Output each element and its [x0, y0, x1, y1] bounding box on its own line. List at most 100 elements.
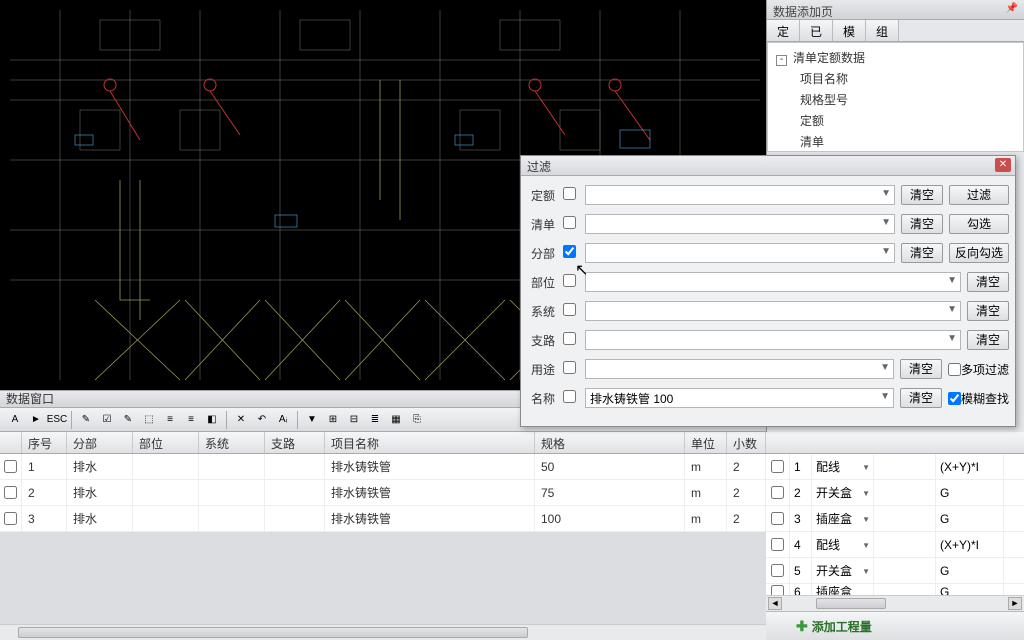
dropdown-icon[interactable]: ▼ [862, 489, 870, 498]
filter-combobox[interactable]: ▼ [585, 359, 894, 379]
toolbar-button[interactable]: ▼ [303, 411, 321, 429]
toolbar-button[interactable]: ☑ [98, 411, 116, 429]
filter-input[interactable] [586, 186, 876, 204]
row-checkbox[interactable] [4, 486, 17, 499]
col-buwei[interactable]: 部位 [133, 432, 199, 453]
toolbar-button[interactable]: ► [27, 411, 45, 429]
toolbar-button[interactable]: A [6, 411, 24, 429]
toolbar-button[interactable]: ≡ [161, 411, 179, 429]
pin-icon[interactable]: 📌 [1006, 3, 1018, 14]
dropdown-icon[interactable]: ▼ [880, 362, 890, 373]
filter-combobox[interactable]: ▼ [585, 214, 895, 234]
row-checkbox[interactable] [771, 486, 784, 499]
right-table-row[interactable]: 1 配线▼ (X+Y)*I [766, 454, 1024, 480]
scrollbar-thumb[interactable] [816, 598, 886, 609]
row-checkbox[interactable] [771, 538, 784, 551]
dropdown-icon[interactable]: ▼ [947, 304, 957, 315]
filter-input[interactable] [586, 360, 875, 378]
filter-checkbox[interactable] [563, 332, 576, 345]
filter-input[interactable] [586, 244, 876, 262]
filter-checkbox[interactable] [563, 187, 576, 200]
tree-root[interactable]: -清单定额数据 [772, 47, 1017, 68]
right-scrollbar[interactable]: ◄ ► [766, 595, 1024, 611]
right-table-row[interactable]: 5 开关盒▼ G [766, 558, 1024, 584]
table-row[interactable]: 1 排水 排水铸铁管 50 m 2 [0, 454, 766, 480]
toolbar-button[interactable]: ✎ [77, 411, 95, 429]
row-checkbox[interactable] [4, 460, 17, 473]
filter-action-button[interactable]: 勾选 [949, 214, 1009, 234]
horizontal-scrollbar[interactable] [0, 624, 766, 640]
toolbar-button[interactable]: ⊞ [324, 411, 342, 429]
filter-input[interactable] [586, 215, 876, 233]
row-checkbox[interactable] [771, 564, 784, 577]
dropdown-icon[interactable]: ▼ [881, 188, 891, 199]
table-row[interactable]: 3 排水 排水铸铁管 100 m 2 [0, 506, 766, 532]
col-xmmc[interactable]: 项目名称 [325, 432, 535, 453]
col-fenbu[interactable]: 分部 [67, 432, 133, 453]
col-danwei[interactable]: 单位 [685, 432, 727, 453]
clear-button[interactable]: 清空 [901, 214, 943, 234]
fuzzy-search-checkbox[interactable] [948, 392, 961, 405]
clear-button[interactable]: 清空 [967, 330, 1009, 350]
filter-combobox[interactable]: ▼ [585, 185, 895, 205]
tree-item[interactable]: 规格型号 [772, 89, 1017, 110]
toolbar-button[interactable]: ✕ [232, 411, 250, 429]
filter-checkbox[interactable] [563, 303, 576, 316]
toolbar-button[interactable]: ≡ [182, 411, 200, 429]
filter-combobox[interactable]: ▼ [585, 301, 961, 321]
toolbar-button[interactable]: ≣ [366, 411, 384, 429]
dropdown-icon[interactable]: ▼ [947, 275, 957, 286]
scroll-right-icon[interactable]: ► [1008, 597, 1022, 610]
filter-combobox[interactable]: ▼ [585, 330, 961, 350]
tab-ding[interactable]: 定 [767, 20, 800, 41]
tree-item[interactable]: 项目名称 [772, 68, 1017, 89]
clear-button[interactable]: 清空 [900, 388, 942, 408]
dropdown-icon[interactable]: ▼ [881, 217, 891, 228]
collapse-icon[interactable]: - [776, 55, 787, 66]
dropdown-icon[interactable]: ▼ [862, 463, 870, 472]
dropdown-icon[interactable]: ▼ [862, 567, 870, 576]
tab-yi[interactable]: 已 [800, 20, 833, 41]
toolbar-button[interactable]: ↶ [253, 411, 271, 429]
filter-checkbox[interactable] [563, 216, 576, 229]
filter-action-button[interactable]: 反向勾选 [949, 243, 1009, 263]
dropdown-icon[interactable]: ▼ [862, 541, 870, 550]
tree-view[interactable]: -清单定额数据 项目名称 规格型号 定额 清单 单位 [767, 42, 1024, 152]
tree-item[interactable]: 清单 [772, 131, 1017, 152]
toolbar-button[interactable]: ◧ [203, 411, 221, 429]
clear-button[interactable]: 清空 [967, 301, 1009, 321]
row-checkbox[interactable] [771, 512, 784, 525]
clear-button[interactable]: 清空 [967, 272, 1009, 292]
clear-button[interactable]: 清空 [901, 243, 943, 263]
row-checkbox[interactable] [771, 460, 784, 473]
filter-action-button[interactable]: 过滤 [949, 185, 1009, 205]
right-table-row[interactable]: 2 开关盒▼ G [766, 480, 1024, 506]
filter-input[interactable] [586, 302, 942, 320]
filter-input[interactable] [586, 331, 942, 349]
row-checkbox[interactable] [4, 512, 17, 525]
col-xiaoshu[interactable]: 小数 [727, 432, 766, 453]
filter-checkbox[interactable] [563, 361, 576, 374]
toolbar-button[interactable]: Aᵢ [274, 411, 292, 429]
tab-mo[interactable]: 模 [833, 20, 866, 41]
scroll-left-icon[interactable]: ◄ [768, 597, 782, 610]
tab-zu[interactable]: 组 [866, 20, 899, 41]
col-xitong[interactable]: 系统 [199, 432, 265, 453]
add-engineering-button[interactable]: ✚ 添加工程量 [766, 611, 1024, 640]
toolbar-button[interactable]: ⎘ [408, 411, 426, 429]
filter-checkbox[interactable] [563, 274, 576, 287]
close-icon[interactable]: ✕ [995, 158, 1011, 172]
table-row[interactable]: 2 排水 排水铸铁管 75 m 2 [0, 480, 766, 506]
filter-input[interactable] [586, 389, 875, 407]
scrollbar-thumb[interactable] [18, 627, 528, 638]
multi-filter-checkbox[interactable] [948, 363, 961, 376]
toolbar-button[interactable]: ESC [48, 411, 66, 429]
dropdown-icon[interactable]: ▼ [881, 246, 891, 257]
clear-button[interactable]: 清空 [901, 185, 943, 205]
right-table-row[interactable]: 3 插座盒▼ G [766, 506, 1024, 532]
col-zhilu[interactable]: 支路 [265, 432, 325, 453]
toolbar-button[interactable]: ✎ [119, 411, 137, 429]
filter-combobox[interactable]: ▼ [585, 388, 894, 408]
right-table-row[interactable]: 4 配线▼ (X+Y)*I [766, 532, 1024, 558]
filter-input[interactable] [586, 273, 942, 291]
